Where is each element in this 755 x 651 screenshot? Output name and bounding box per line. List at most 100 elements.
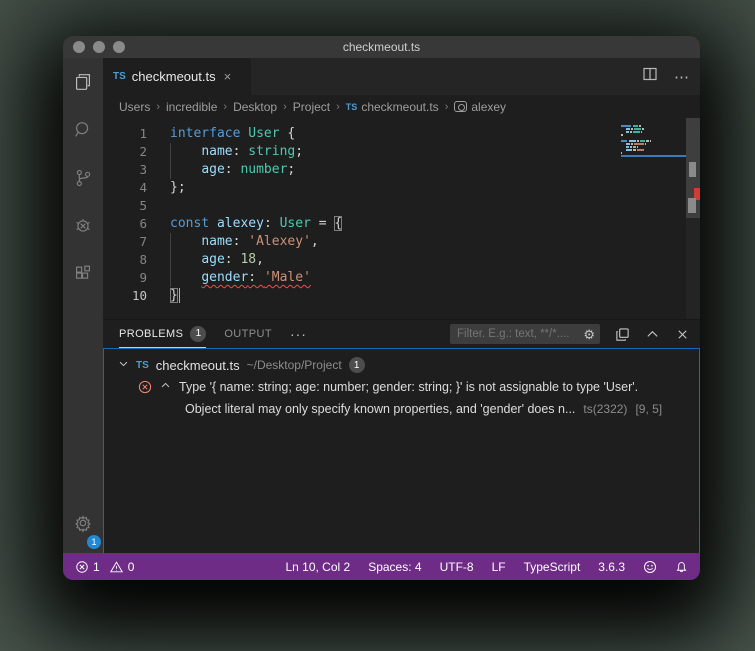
problems-tab-label: PROBLEMS [119, 327, 184, 340]
error-position: [9, 5] [635, 402, 663, 416]
activity-bar: 1 [63, 58, 103, 553]
problem-row[interactable]: Type '{ name: string; age: number; gende… [104, 376, 699, 398]
search-icon[interactable] [63, 106, 103, 154]
line-number: 5 [139, 198, 147, 213]
breadcrumb-label: alexey [471, 99, 507, 114]
vscode-window: checkmeout.ts 1 TS checkmeout.ts × ⋯ Use… [63, 36, 700, 580]
extensions-icon[interactable] [63, 250, 103, 298]
typescript-file-icon: TS [113, 71, 126, 82]
typescript-file-icon: TS [345, 101, 358, 112]
line-number: 1 [139, 126, 147, 141]
encoding-setting[interactable]: UTF-8 [440, 560, 474, 574]
status-warning-icon [109, 560, 123, 572]
breadcrumb-label: checkmeout.ts [361, 99, 439, 114]
file-problems-badge: 1 [348, 357, 365, 373]
indentation-setting[interactable]: Spaces: 4 [368, 560, 421, 574]
code-text: interface User { [170, 126, 296, 141]
breadcrumb-separator: › [156, 100, 161, 113]
collapse-all-icon[interactable] [615, 327, 630, 342]
code-line-4[interactable]: 4}; [103, 179, 700, 197]
more-actions-icon[interactable]: ⋯ [674, 68, 690, 86]
code-line-1[interactable]: 1 interface User { [103, 125, 700, 143]
breadcrumb: Users › incredible › Desktop › Project › TS check… [103, 95, 700, 118]
language-mode[interactable]: TypeScript [524, 560, 581, 574]
source-control-icon[interactable] [63, 154, 103, 202]
tab-bar: TS checkmeout.ts × ⋯ [103, 58, 700, 95]
status-bar: 1 0 Ln 10, Col 2 Spaces: 4 UTF-8 LF Type… [63, 553, 700, 580]
code-line-6[interactable]: 6 const alexey: User = { [103, 215, 700, 233]
debug-icon[interactable] [63, 202, 103, 250]
problems-file-row[interactable]: TS checkmeout.ts ~/Desktop/Project 1 [104, 354, 699, 376]
problems-panel: TS checkmeout.ts ~/Desktop/Project 1 Typ… [103, 348, 700, 553]
settings-gear-icon[interactable]: 1 [63, 499, 103, 549]
typescript-version[interactable]: 3.6.3 [598, 560, 625, 574]
problems-status[interactable]: 1 0 [75, 560, 134, 574]
line-number: 10 [131, 288, 147, 303]
chevron-up-icon[interactable] [160, 380, 171, 394]
breadcrumb-separator: › [336, 100, 340, 113]
notifications-bell-icon[interactable] [675, 560, 688, 574]
line-number: 2 [139, 144, 147, 159]
code-line-3[interactable]: 3 age: number; [103, 161, 700, 179]
code-text: name: 'Alexey', [170, 233, 319, 251]
status-warning-count: 0 [127, 559, 135, 574]
code-text: gender: 'Male' [170, 269, 311, 287]
line-number: 6 [139, 216, 147, 231]
line-number: 3 [139, 162, 147, 177]
filter-icon[interactable]: ⚙ [583, 328, 595, 341]
problem-detail-row[interactable]: Object literal may only specify known pr… [104, 398, 699, 420]
tab-label: checkmeout.ts [131, 69, 216, 84]
explorer-icon[interactable] [63, 58, 103, 106]
feedback-smiley-icon[interactable] [643, 560, 657, 574]
chevron-down-icon[interactable] [118, 358, 129, 372]
status-error-icon [76, 560, 88, 573]
minimap-line [621, 140, 683, 142]
code-line-5[interactable]: 5 [103, 197, 700, 215]
problems-filter[interactable]: ⚙ [450, 324, 600, 344]
filter-input[interactable] [457, 328, 584, 340]
tab-checkmeout[interactable]: TS checkmeout.ts × [103, 58, 251, 95]
eol-setting[interactable]: LF [492, 560, 506, 574]
title-bar[interactable]: checkmeout.ts [63, 36, 700, 58]
breadcrumb-item-checkmeout-ts[interactable]: TS checkmeout.ts [346, 100, 439, 114]
breadcrumb-item-users[interactable]: Users [119, 100, 150, 114]
code-line-10[interactable]: 10} [103, 287, 700, 305]
code-line-8[interactable]: 8 age: 18, [103, 251, 700, 269]
panel-more-tabs-icon[interactable]: ··· [290, 326, 307, 342]
maximize-panel-icon[interactable] [645, 327, 660, 342]
tab-close-icon[interactable]: × [224, 69, 232, 84]
output-tab-label: OUTPUT [224, 328, 272, 340]
breadcrumb-item-alexey[interactable]: alexey [454, 100, 506, 114]
line-number: 8 [139, 252, 147, 267]
minimap[interactable] [621, 125, 689, 157]
code-text: const alexey: User = { [170, 216, 343, 231]
minimap-line [621, 134, 683, 136]
text-cursor [178, 288, 181, 303]
tab-output[interactable]: OUTPUT [224, 320, 272, 348]
editor-scrollbar[interactable] [686, 118, 700, 319]
minimap-line [621, 152, 683, 154]
problems-count-badge: 1 [190, 325, 207, 342]
split-editor-icon[interactable] [642, 66, 658, 87]
breadcrumb-item-desktop[interactable]: Desktop [233, 100, 277, 114]
code-line-7[interactable]: 7 name: 'Alexey', [103, 233, 700, 251]
breadcrumb-item-project[interactable]: Project [293, 100, 330, 114]
cursor-position[interactable]: Ln 10, Col 2 [285, 560, 350, 574]
error-message: Type '{ name: string; age: number; gende… [179, 380, 639, 394]
minimap-line [621, 137, 683, 139]
panel-header: PROBLEMS 1 OUTPUT ··· ⚙ [103, 320, 700, 348]
code-text: name: string; [170, 143, 303, 161]
tab-problems[interactable]: PROBLEMS 1 [119, 320, 207, 348]
line-number: 4 [139, 180, 147, 195]
close-panel-icon[interactable] [675, 327, 690, 342]
minimap-line [621, 131, 683, 133]
breadcrumb-item-incredible[interactable]: incredible [166, 100, 217, 114]
code-line-9[interactable]: 9 gender: 'Male' [103, 269, 700, 287]
code-editor[interactable]: 1 interface User { 2 name: string; 3 age: n… [103, 118, 700, 320]
error-icon [138, 380, 152, 394]
breadcrumb-separator: › [283, 100, 287, 113]
code-line-2[interactable]: 2 name: string; [103, 143, 700, 161]
problems-file-name: checkmeout.ts [155, 357, 240, 373]
minimap-line [621, 128, 683, 130]
code-text: } [170, 287, 181, 305]
